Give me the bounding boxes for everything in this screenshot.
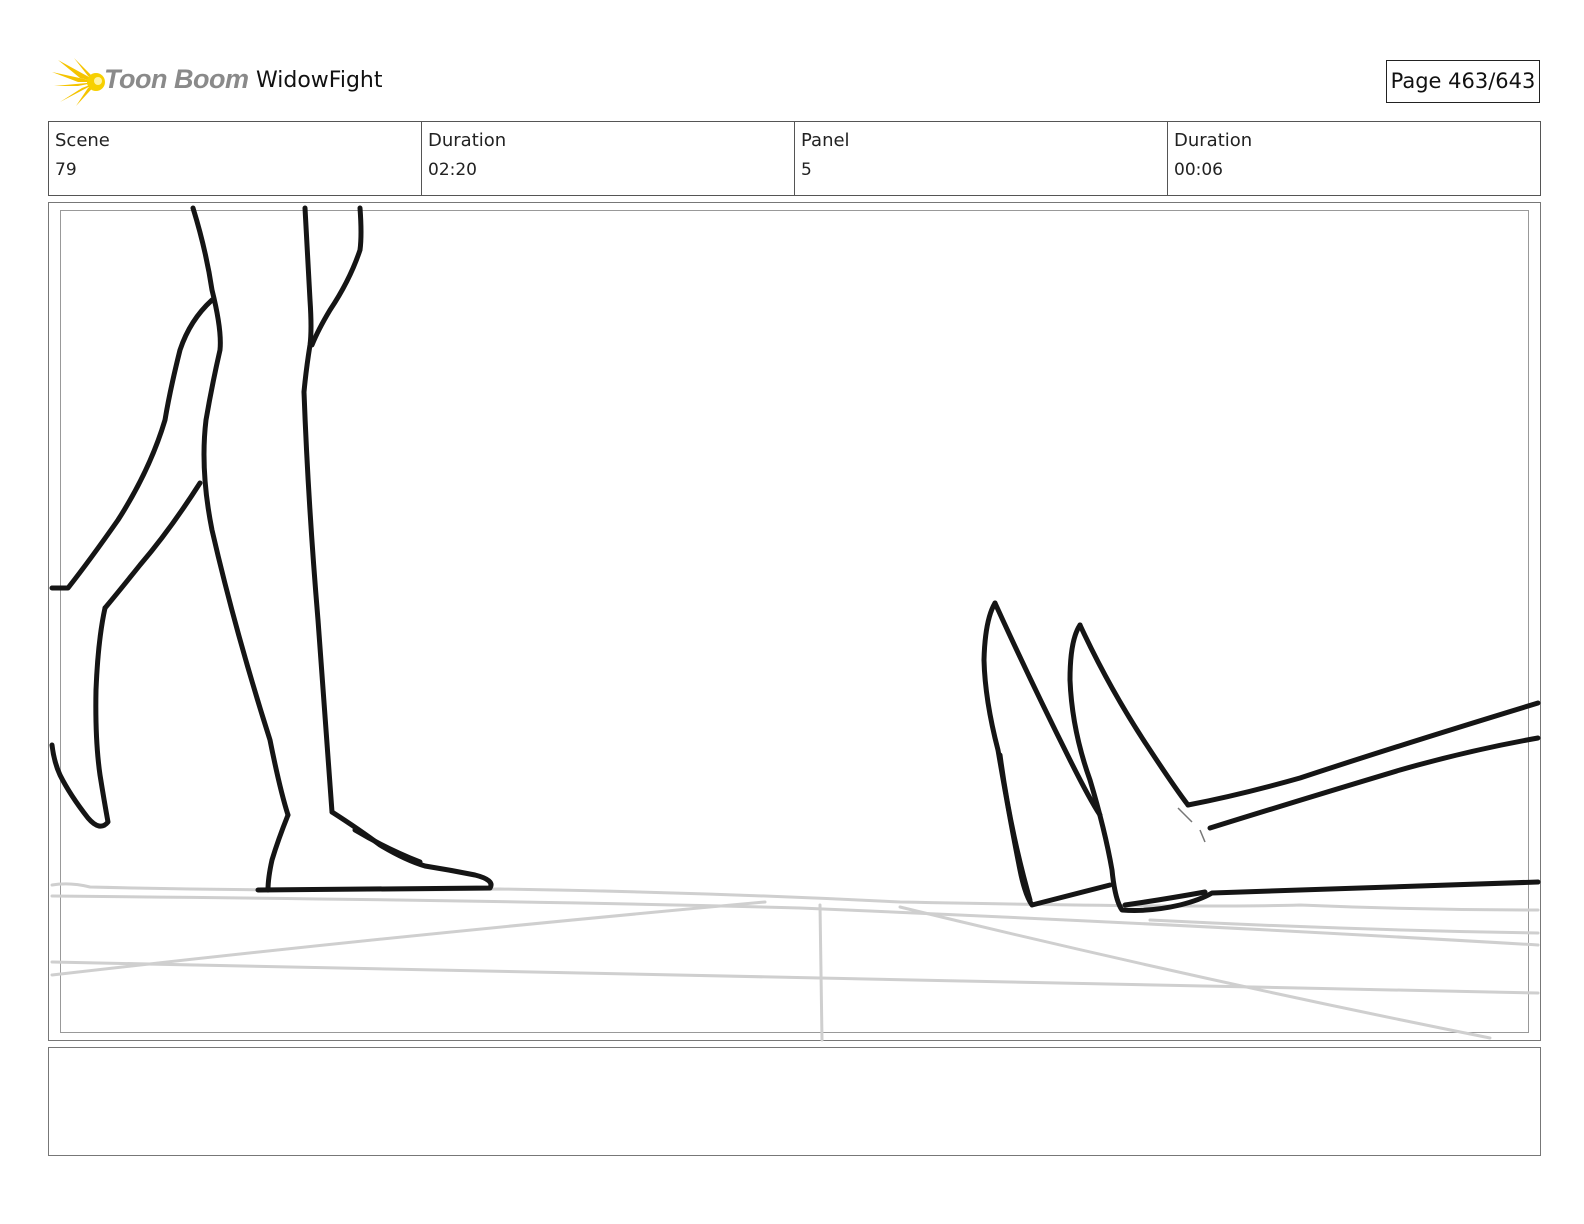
fallen-feet	[981, 600, 1541, 913]
panel-notes-box[interactable]	[48, 1047, 1541, 1156]
walking-legs	[49, 205, 494, 893]
floor-guide-lines	[50, 882, 1540, 1042]
storyboard-sketch	[49, 205, 1541, 1042]
